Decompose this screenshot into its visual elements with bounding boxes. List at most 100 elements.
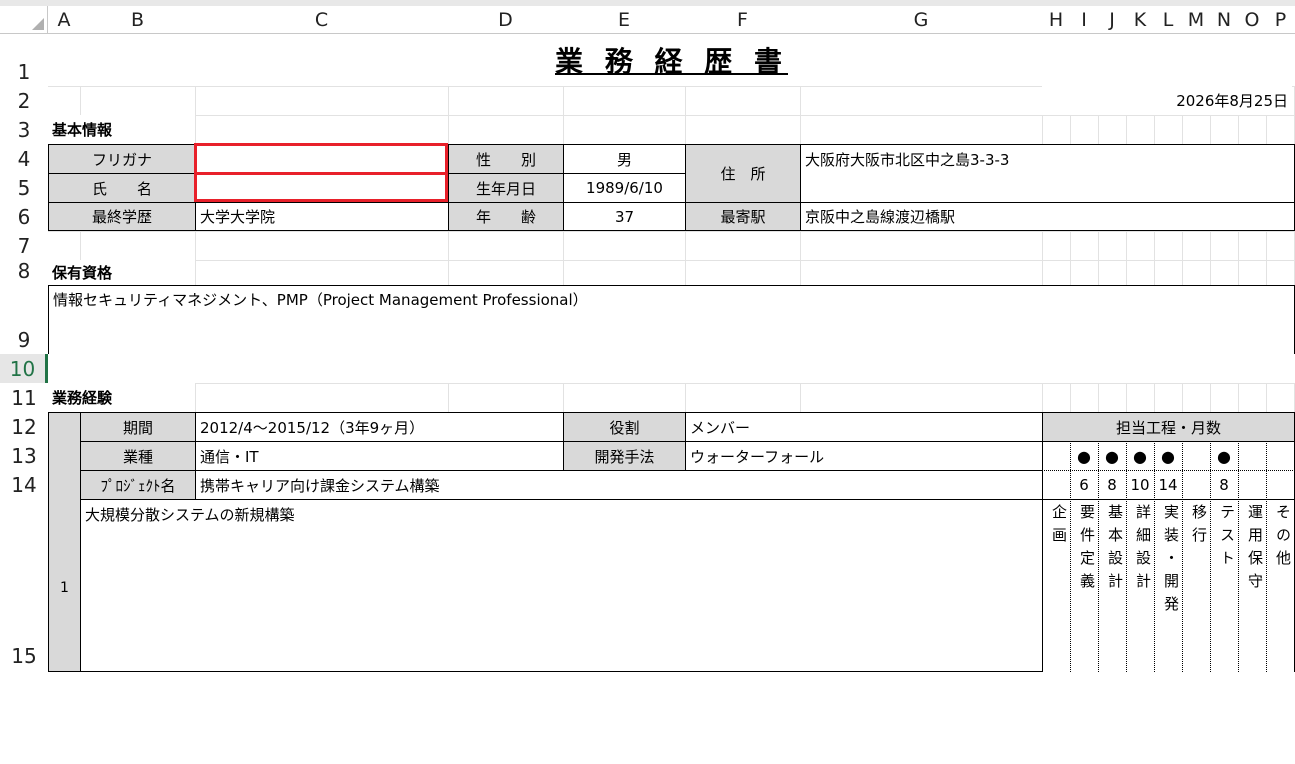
row-header-7[interactable]: 7 — [0, 231, 48, 260]
process-months-migration[interactable] — [1182, 471, 1210, 499]
select-all-triangle-icon — [32, 18, 44, 30]
column-header-o[interactable]: O — [1238, 6, 1266, 34]
column-header-a[interactable]: A — [48, 6, 80, 34]
process-months-testing[interactable]: 8 — [1210, 471, 1238, 499]
document-title: 業 務 経 歴 書 — [555, 45, 788, 78]
column-header-j[interactable]: J — [1098, 6, 1126, 34]
row-header-13[interactable]: 13 — [0, 441, 48, 470]
column-header-p[interactable]: P — [1266, 6, 1295, 34]
title-cell[interactable]: 業 務 経 歴 書 — [48, 34, 1295, 86]
column-header-m[interactable]: M — [1182, 6, 1210, 34]
column-header-f[interactable]: F — [685, 6, 800, 34]
station-label: 最寄駅 — [685, 202, 801, 231]
education-value[interactable]: 大学大学院 — [195, 202, 449, 231]
qualifications-value[interactable]: 情報セキュリティマネジメント、PMP（Project Management Pr… — [48, 285, 1295, 355]
process-dot-detailed-design[interactable]: ● — [1126, 442, 1154, 470]
row-header-3[interactable]: 3 — [0, 115, 48, 144]
project-name-label: ﾌﾟﾛｼﾞｪｸﾄ名 — [80, 470, 196, 500]
column-header-g[interactable]: G — [800, 6, 1042, 34]
station-value[interactable]: 京阪中之島線渡辺橋駅 — [800, 202, 1295, 231]
column-header-c[interactable]: C — [195, 6, 448, 34]
row-header-11[interactable]: 11 — [0, 383, 48, 412]
process-dot-implementation[interactable]: ● — [1154, 442, 1182, 470]
gridline — [48, 383, 1295, 384]
process-months-planning[interactable] — [1042, 471, 1070, 499]
row-header-14[interactable]: 14 — [0, 470, 48, 499]
section-experience[interactable]: 業務経験 — [48, 383, 195, 412]
row-header-2[interactable]: 2 — [0, 86, 48, 115]
row-header-4[interactable]: 4 — [0, 144, 48, 173]
row-header-15[interactable]: 15 — [0, 499, 48, 670]
process-months-basic-design[interactable]: 8 — [1098, 471, 1126, 499]
process-name-requirements: 要件定義 — [1078, 504, 1096, 596]
section-qualifications[interactable]: 保有資格 — [48, 260, 195, 285]
column-header-i[interactable]: I — [1070, 6, 1098, 34]
education-label: 最終学歴 — [48, 202, 196, 231]
process-dot-testing[interactable]: ● — [1210, 442, 1238, 470]
gender-value[interactable]: 男 — [563, 144, 686, 174]
age-label: 年 齢 — [448, 202, 564, 231]
highlight-divider — [196, 172, 446, 175]
process-name-implementation: 実装・開発 — [1162, 504, 1180, 619]
process-dot-migration[interactable] — [1182, 442, 1210, 470]
row-header-6[interactable]: 6 — [0, 202, 48, 231]
process-months-detailed-design[interactable]: 10 — [1126, 471, 1154, 499]
industry-label: 業種 — [80, 441, 196, 471]
gridline — [48, 115, 1295, 116]
row-10-cells[interactable] — [48, 354, 1295, 383]
column-header-l[interactable]: L — [1154, 6, 1182, 34]
industry-value[interactable]: 通信・IT — [195, 441, 564, 471]
date-cell[interactable]: 2026年8月25日 — [1042, 86, 1292, 115]
role-label: 役割 — [563, 412, 686, 442]
row-header-10[interactable]: 10 — [0, 354, 48, 383]
process-name-planning: 企画 — [1050, 504, 1068, 550]
address-label: 住 所 — [685, 144, 801, 203]
birthdate-label: 生年月日 — [448, 173, 564, 203]
column-header-h[interactable]: H — [1042, 6, 1070, 34]
column-header-e[interactable]: E — [563, 6, 685, 34]
process-dot-operations[interactable] — [1238, 442, 1266, 470]
project-description[interactable]: 大規模分散システムの新規構築 — [80, 499, 1043, 672]
process-dot-planning[interactable] — [1042, 442, 1070, 470]
gender-label: 性 別 — [448, 144, 564, 174]
project-number: 1 — [60, 580, 69, 596]
period-value[interactable]: 2012/4～2015/12（3年9ヶ月） — [195, 412, 564, 442]
section-basic-info[interactable]: 基本情報 — [48, 115, 195, 144]
birthdate-value[interactable]: 1989/6/10 — [563, 173, 686, 203]
select-all-corner[interactable] — [0, 6, 48, 34]
process-name-basic-design: 基本設計 — [1106, 504, 1124, 596]
role-value[interactable]: メンバー — [685, 412, 1043, 442]
process-dot-requirements[interactable]: ● — [1070, 442, 1098, 470]
process-months-requirements[interactable]: 6 — [1070, 471, 1098, 499]
process-dot-other[interactable] — [1266, 442, 1294, 470]
column-header-b[interactable]: B — [80, 6, 195, 34]
process-months-other[interactable] — [1266, 471, 1294, 499]
process-name-testing: テスト — [1218, 504, 1236, 573]
process-months-implementation[interactable]: 14 — [1154, 471, 1182, 499]
process-months-operations[interactable] — [1238, 471, 1266, 499]
process-dot-basic-design[interactable]: ● — [1098, 442, 1126, 470]
process-header: 担当工程・月数 — [1042, 412, 1295, 442]
column-header-k[interactable]: K — [1126, 6, 1154, 34]
method-label: 開発手法 — [563, 441, 686, 471]
process-name-operations: 運用保守 — [1246, 504, 1264, 596]
process-name-migration: 移行 — [1190, 504, 1208, 550]
row-header-9[interactable]: 9 — [0, 285, 48, 354]
row-header-8[interactable]: 8 — [0, 259, 48, 285]
document-date: 2026年8月25日 — [1176, 92, 1288, 110]
row-header-5[interactable]: 5 — [0, 173, 48, 202]
age-value[interactable]: 37 — [563, 202, 686, 231]
name-label: 氏 名 — [48, 173, 196, 203]
method-value[interactable]: ウォーターフォール — [685, 441, 1043, 471]
address-value[interactable]: 大阪府大阪市北区中之島3-3-3 — [800, 144, 1295, 203]
period-label: 期間 — [80, 412, 196, 442]
row-header-1[interactable]: 1 — [0, 34, 48, 86]
gridline — [48, 260, 1295, 261]
column-header-d[interactable]: D — [448, 6, 563, 34]
row-header-12[interactable]: 12 — [0, 412, 48, 441]
process-name-detailed-design: 詳細設計 — [1134, 504, 1152, 596]
column-header-n[interactable]: N — [1210, 6, 1238, 34]
project-name-value[interactable]: 携帯キャリア向け課金システム構築 — [195, 470, 1043, 500]
gridline — [48, 231, 1295, 232]
furigana-label: フリガナ — [48, 144, 196, 174]
